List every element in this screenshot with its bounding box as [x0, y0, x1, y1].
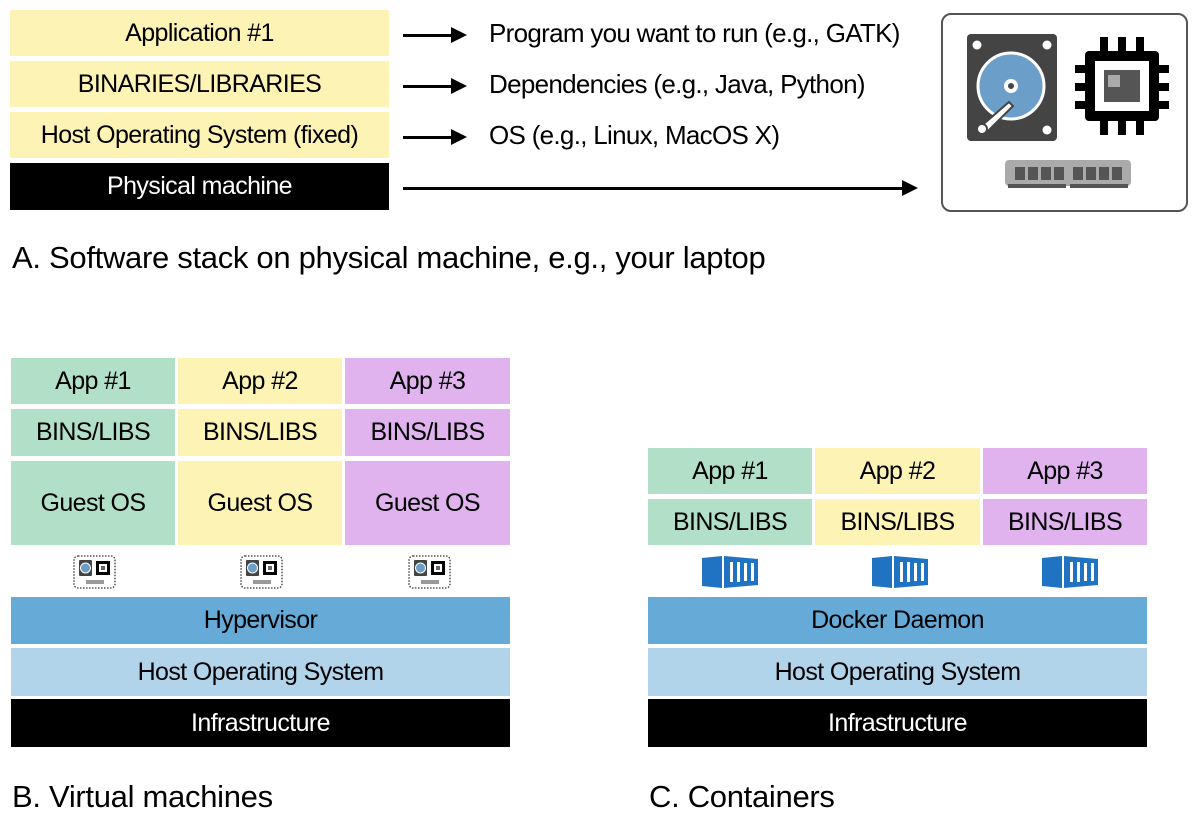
arrow-icon [403, 78, 467, 94]
vm2-app-label: App #2 [222, 366, 298, 395]
stack-application: Application #1 [10, 10, 389, 56]
vm3-guest-os: Guest OS [345, 461, 510, 545]
annotation-os: OS (e.g., Linux, MacOS X) [489, 120, 780, 150]
vm-infrastructure-layer: Infrastructure [11, 699, 510, 747]
stack-application-label: Application #1 [125, 18, 274, 47]
stack-physical-machine-label: Physical machine [107, 172, 293, 200]
caption-a: A. Software stack on physical machine, e… [12, 240, 766, 275]
vm2-libs-label: BINS/LIBS [202, 418, 318, 446]
vm1-libs-label: BINS/LIBS [35, 418, 151, 446]
hard-drive-icon [967, 34, 1057, 141]
virtual-hardware-icon [240, 555, 283, 589]
hardware-panel [941, 13, 1188, 212]
container3-app: App #3 [983, 448, 1147, 494]
hypervisor-label: Hypervisor [203, 606, 318, 634]
container3-libs: BINS/LIBS [983, 499, 1147, 545]
container1-app: App #1 [648, 448, 812, 494]
vm1-app: App #1 [11, 358, 175, 404]
vm2-libs: BINS/LIBS [178, 409, 342, 456]
stack-binaries-libraries: BINARIES/LIBRARIES [10, 61, 389, 107]
vm2-app: App #2 [178, 358, 342, 404]
shipping-container-icon [872, 556, 928, 588]
vm2-guest-os-label: Guest OS [207, 488, 314, 517]
container1-libs: BINS/LIBS [648, 499, 812, 545]
stack-physical-machine: Physical machine [10, 163, 389, 210]
vm-host-os-label: Host Operating System [137, 657, 384, 686]
docker-daemon-layer: Docker Daemon [648, 597, 1147, 644]
vm-infrastructure-label: Infrastructure [191, 708, 330, 737]
container1-app-label: App #1 [692, 456, 768, 485]
vm1-guest-os-label: Guest OS [40, 488, 147, 517]
annotation-program: Program you want to run (e.g., GATK) [489, 18, 900, 48]
container1-libs-label: BINS/LIBS [672, 507, 788, 536]
container2-app-label: App #2 [859, 456, 936, 485]
hypervisor-layer: Hypervisor [11, 597, 510, 644]
cpu-chip-icon [1075, 37, 1169, 135]
long-arrow-icon [403, 180, 918, 196]
arrow-icon [403, 27, 467, 43]
vm1-guest-os: Guest OS [11, 461, 175, 545]
vm2-guest-os: Guest OS [178, 461, 342, 545]
vm1-libs: BINS/LIBS [11, 409, 175, 456]
container-infrastructure-layer: Infrastructure [648, 699, 1147, 747]
caption-c: C. Containers [649, 779, 835, 814]
virtual-hardware-icon [408, 555, 451, 589]
container-infrastructure-label: Infrastructure [828, 708, 967, 737]
arrow-icon [403, 129, 467, 145]
container-host-os-label: Host Operating System [774, 657, 1021, 686]
caption-b: B. Virtual machines [12, 779, 273, 814]
container2-libs: BINS/LIBS [815, 499, 980, 545]
shipping-container-icon [1042, 556, 1098, 588]
vm3-guest-os-label: Guest OS [375, 488, 481, 517]
docker-daemon-label: Docker Daemon [811, 606, 984, 634]
vm3-app: App #3 [345, 358, 510, 404]
stack-host-os-label: Host Operating System (fixed) [40, 120, 359, 149]
container3-libs-label: BINS/LIBS [1007, 507, 1123, 536]
vm3-libs-label: BINS/LIBS [370, 418, 485, 446]
container3-app-label: App #3 [1027, 456, 1103, 485]
virtual-hardware-icon [73, 555, 116, 589]
shipping-container-icon [702, 556, 758, 588]
memory-module-icon [1005, 160, 1131, 188]
stack-binaries-label: BINARIES/LIBRARIES [77, 69, 322, 98]
vm3-libs: BINS/LIBS [345, 409, 510, 456]
annotation-dependencies: Dependencies (e.g., Java, Python) [489, 69, 866, 99]
vm-host-os-layer: Host Operating System [11, 648, 510, 696]
container-host-os-layer: Host Operating System [648, 648, 1147, 696]
vm1-app-label: App #1 [55, 366, 131, 395]
container2-libs-label: BINS/LIBS [840, 507, 955, 536]
vm3-app-label: App #3 [389, 366, 466, 395]
container2-app: App #2 [815, 448, 980, 494]
stack-host-os: Host Operating System (fixed) [10, 112, 389, 158]
